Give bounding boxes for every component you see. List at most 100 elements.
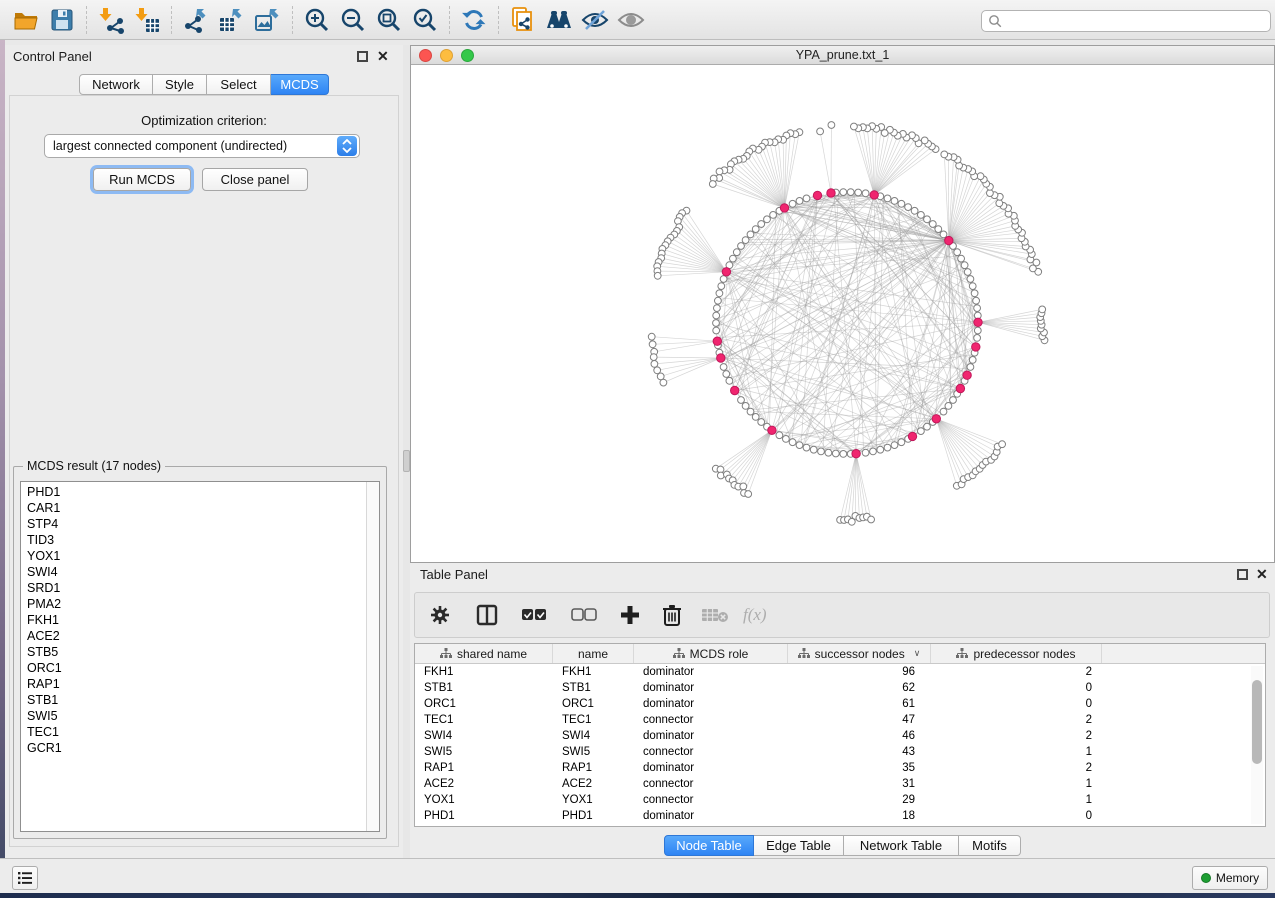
mcds-result-item[interactable]: STB5 (21, 644, 365, 660)
table-row[interactable]: YOX1YOX1connector291 (415, 792, 1265, 808)
deselect-all-button[interactable] (571, 599, 597, 631)
search-input[interactable] (1002, 14, 1270, 28)
cell-MCDS-role: dominator (634, 698, 788, 710)
column-namespace-icon (673, 648, 685, 659)
new-network-from-selection-button[interactable] (505, 4, 541, 36)
show-all-button[interactable] (613, 4, 649, 36)
refresh-icon (460, 6, 488, 34)
column-header-predecessor-nodes[interactable]: predecessor nodes (931, 644, 1102, 663)
zoom-out-button[interactable] (335, 4, 371, 36)
table-vertical-scrollbar[interactable] (1251, 666, 1263, 824)
maximize-window-icon[interactable] (461, 49, 474, 62)
mcds-result-item[interactable]: TID3 (21, 532, 365, 548)
import-table-button[interactable] (129, 4, 165, 36)
run-mcds-button[interactable]: Run MCDS (93, 168, 191, 191)
network-node (752, 226, 759, 233)
mcds-result-item[interactable]: PHD1 (21, 484, 365, 500)
memory-button[interactable]: Memory (1192, 866, 1268, 890)
network-node (898, 200, 905, 207)
network-leaf-node (740, 483, 747, 490)
apply-layout-button[interactable] (456, 4, 492, 36)
table-panel-title: Table Panel (420, 567, 488, 582)
mcds-list-scrollbar[interactable] (366, 482, 379, 831)
mcds-result-item[interactable]: ACE2 (21, 628, 365, 644)
zoom-fit-button[interactable] (371, 4, 407, 36)
search-field[interactable] (981, 10, 1271, 32)
mcds-result-item[interactable]: SWI5 (21, 708, 365, 724)
column-header-successor-nodes[interactable]: successor nodes∨ (788, 644, 931, 663)
table-mode-button[interactable] (429, 599, 451, 631)
tab-select[interactable]: Select (207, 74, 271, 95)
open-file-button[interactable] (8, 4, 44, 36)
mcds-result-item[interactable]: FKH1 (21, 612, 365, 628)
table-row[interactable]: SWI5SWI5connector431 (415, 744, 1265, 760)
cell-predecessor-nodes: 2 (931, 730, 1102, 742)
select-all-button[interactable] (521, 599, 547, 631)
mcds-result-item[interactable]: YOX1 (21, 548, 365, 564)
tab-motifs[interactable]: Motifs (959, 835, 1021, 856)
column-header-name[interactable]: name (553, 644, 634, 663)
minimize-window-icon[interactable] (440, 49, 453, 62)
mcds-result-list[interactable]: PHD1CAR1STP4TID3YOX1SWI4SRD1PMA2FKH1ACE2… (20, 481, 380, 832)
save-session-button[interactable] (44, 4, 80, 36)
mcds-result-item[interactable]: CAR1 (21, 500, 365, 516)
import-network-button[interactable] (93, 4, 129, 36)
mcds-result-item[interactable]: PMA2 (21, 596, 365, 612)
columns-icon (475, 603, 499, 627)
network-node (971, 290, 978, 297)
mcds-result-item[interactable]: GCR1 (21, 740, 365, 756)
mcds-result-item[interactable]: SWI4 (21, 564, 365, 580)
network-canvas[interactable] (411, 65, 1274, 562)
table-row[interactable]: SWI4SWI4dominator462 (415, 728, 1265, 744)
export-table-button[interactable] (214, 4, 250, 36)
zoom-selected-button[interactable] (407, 4, 443, 36)
close-window-icon[interactable] (419, 49, 432, 62)
close-panel-button[interactable]: ✕ (377, 51, 388, 62)
tab-style[interactable]: Style (153, 74, 207, 95)
table-row[interactable]: PHD1PHD1dominator180 (415, 808, 1265, 824)
delete-columns-button[interactable] (661, 599, 683, 631)
close-table-panel-button[interactable]: ✕ (1256, 569, 1267, 580)
tab-mcds[interactable]: MCDS (271, 74, 329, 95)
export-image-button[interactable] (250, 4, 286, 36)
network-view-window: YPA_prune.txt_1 (410, 45, 1275, 563)
delete-table-button[interactable] (701, 599, 729, 631)
vertical-splitter[interactable] (403, 45, 410, 858)
column-header-MCDS-role[interactable]: MCDS role (634, 644, 788, 663)
hide-selected-button[interactable] (577, 4, 613, 36)
mcds-result-item[interactable]: RAP1 (21, 676, 365, 692)
network-node (905, 204, 912, 211)
first-neighbors-button[interactable] (541, 4, 577, 36)
tab-network-table[interactable]: Network Table (844, 835, 959, 856)
table-row[interactable]: ORC1ORC1dominator610 (415, 696, 1265, 712)
close-panel-button-mcds[interactable]: Close panel (202, 168, 308, 191)
create-column-button[interactable] (619, 599, 641, 631)
network-node (958, 255, 965, 262)
optimization-criterion-dropdown[interactable]: largest connected component (undirected) (44, 134, 360, 158)
mcds-result-item[interactable]: STP4 (21, 516, 365, 532)
export-network-button[interactable] (178, 4, 214, 36)
scrollbar-thumb[interactable] (1252, 680, 1262, 764)
tab-edge-table[interactable]: Edge Table (754, 835, 844, 856)
float-table-panel-button[interactable] (1237, 569, 1248, 580)
table-row[interactable]: FKH1FKH1dominator962 (415, 664, 1265, 680)
mcds-result-item[interactable]: TEC1 (21, 724, 365, 740)
table-row[interactable]: TEC1TEC1connector472 (415, 712, 1265, 728)
column-header-shared-name[interactable]: shared name (415, 644, 553, 663)
zoom-in-button[interactable] (299, 4, 335, 36)
float-panel-button[interactable] (357, 51, 368, 62)
network-window-titlebar[interactable]: YPA_prune.txt_1 (411, 46, 1274, 65)
splitter-handle[interactable] (403, 450, 410, 472)
tab-node-table[interactable]: Node Table (664, 835, 754, 856)
column-options-button[interactable] (475, 599, 499, 631)
table-row[interactable]: STB1STB1dominator620 (415, 680, 1265, 696)
mcds-result-item[interactable]: ORC1 (21, 660, 365, 676)
function-builder-button[interactable]: f(x) (743, 599, 767, 631)
table-row[interactable]: RAP1RAP1dominator352 (415, 760, 1265, 776)
mcds-node (870, 191, 878, 199)
tab-network[interactable]: Network (79, 74, 153, 95)
mcds-result-item[interactable]: SRD1 (21, 580, 365, 596)
table-row[interactable]: ACE2ACE2connector311 (415, 776, 1265, 792)
task-history-button[interactable] (12, 866, 38, 890)
mcds-result-item[interactable]: STB1 (21, 692, 365, 708)
